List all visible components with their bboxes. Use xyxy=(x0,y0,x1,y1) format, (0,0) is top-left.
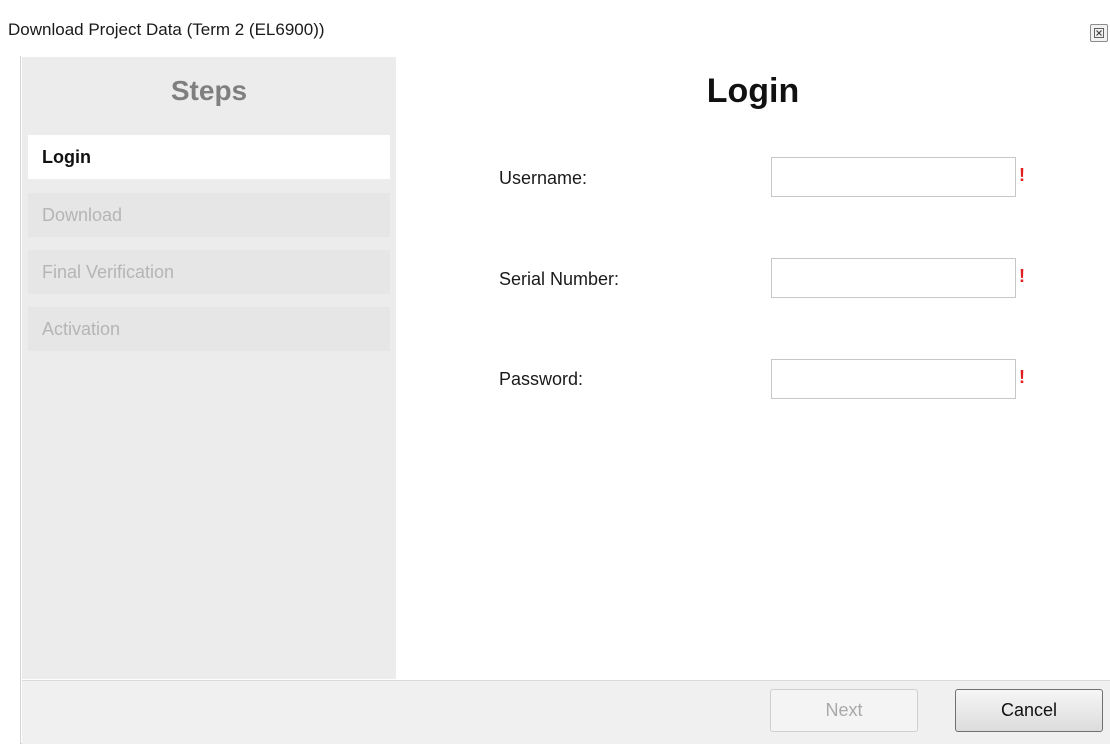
next-button[interactable]: Next xyxy=(770,689,918,732)
title-bar: Download Project Data (Term 2 (EL6900)) xyxy=(0,0,1110,56)
step-item-final-verification: Final Verification xyxy=(28,250,390,294)
password-label: Password: xyxy=(499,369,584,389)
password-required-icon: ! xyxy=(1019,367,1025,387)
step-item-login[interactable]: Login xyxy=(28,135,390,179)
cancel-button[interactable]: Cancel xyxy=(955,689,1103,732)
password-field[interactable] xyxy=(771,359,1016,399)
download-project-data-dialog: Download Project Data (Term 2 (EL6900)) … xyxy=(0,0,1110,747)
close-button[interactable] xyxy=(1090,24,1108,42)
close-icon xyxy=(1094,28,1104,38)
username-label: Username: xyxy=(499,168,588,188)
username-field[interactable] xyxy=(771,157,1016,197)
steps-panel: Steps Login Download Final Verification … xyxy=(22,57,396,679)
steps-title: Steps xyxy=(170,75,248,106)
window-title: Download Project Data (Term 2 (EL6900)) xyxy=(8,20,325,39)
button-bar xyxy=(22,680,1110,744)
serial-number-required-icon: ! xyxy=(1019,266,1025,286)
step-item-download: Download xyxy=(28,193,390,237)
serial-number-label: Serial Number: xyxy=(499,269,620,289)
username-required-icon: ! xyxy=(1019,165,1025,185)
step-item-activation: Activation xyxy=(28,307,390,351)
serial-number-field[interactable] xyxy=(771,258,1016,298)
page-title: Login xyxy=(706,72,800,110)
